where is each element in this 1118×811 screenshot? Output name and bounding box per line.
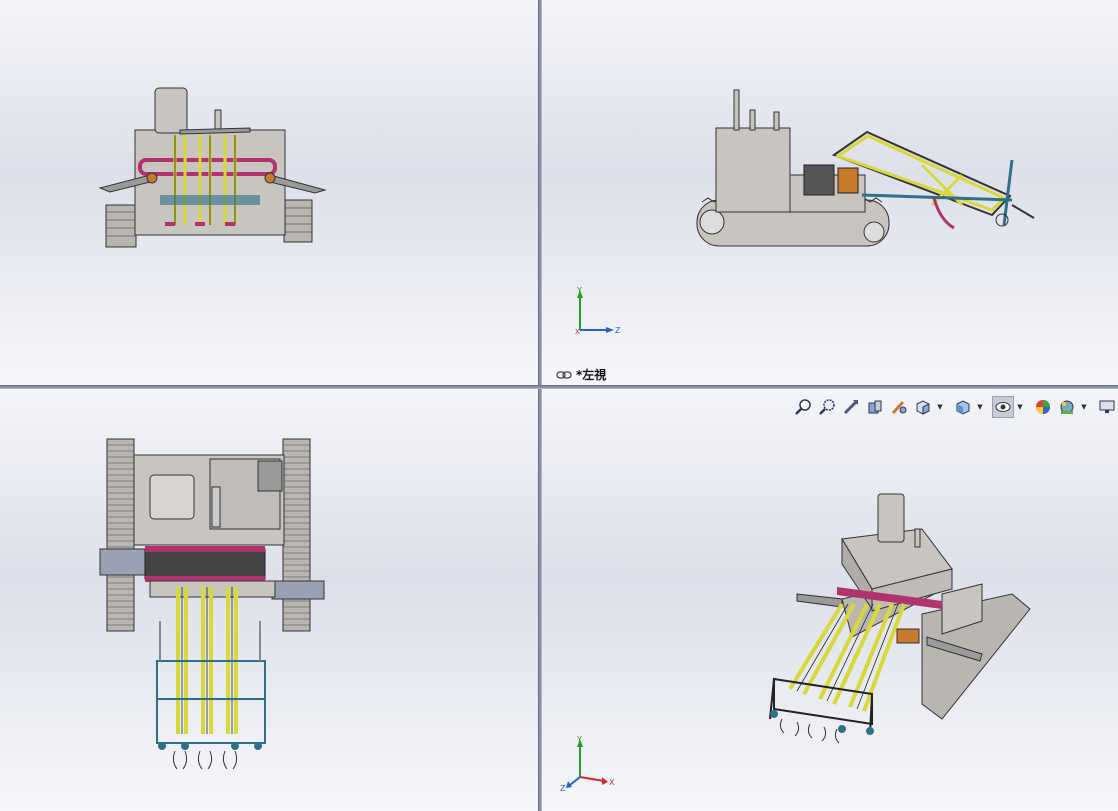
model-left-view: Y X Z [575,89,1035,336]
viewport-top-view[interactable] [0,389,538,811]
view-label-text: *左視 [576,368,607,382]
axis-triad: Y X Z [575,286,621,336]
horizontal-viewport-splitter[interactable] [0,385,1118,389]
svg-text:Z: Z [615,326,621,335]
viewport-left-view[interactable]: Y X Z *左視 [542,0,1118,385]
model-top-view [99,438,325,770]
svg-text:Z: Z [560,784,566,793]
vertical-viewport-splitter[interactable] [538,0,542,811]
svg-text:X: X [609,778,615,787]
axis-triad: Y X Z [560,735,615,793]
svg-text:X: X [575,328,580,336]
svg-text:Y: Y [576,735,582,744]
viewport-front-view[interactable] [0,0,538,385]
model-isometric-view: Y X Z [560,493,1031,793]
model-front-view [98,87,327,248]
viewport-isometric-view[interactable]: ▼ ▼ ▼ ▼ Y X Z [542,389,1118,811]
view-label: *左視 [556,366,606,383]
link-view-icon [556,370,572,379]
svg-text:Y: Y [576,286,582,295]
